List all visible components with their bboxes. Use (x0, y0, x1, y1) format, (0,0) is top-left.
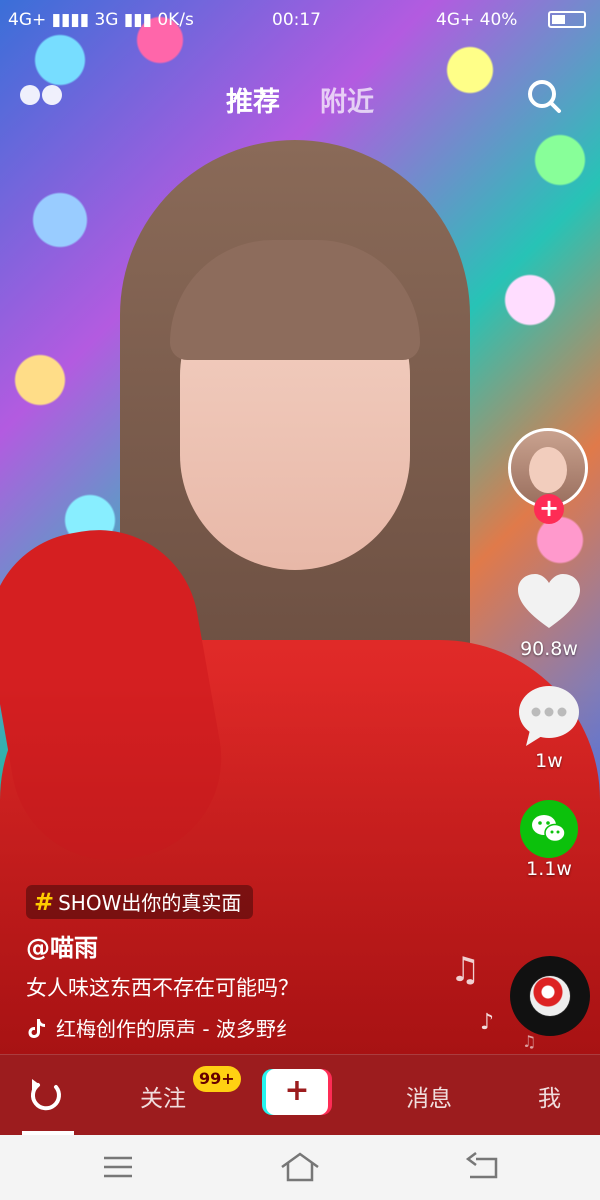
following-badge: 99+ (193, 1066, 241, 1092)
video-description: 女人味这东西不存在可能吗？ (26, 976, 299, 1000)
battery-icon (548, 11, 586, 28)
bottom-tab-bar: 关注 99+ + 消息 我 (0, 1054, 600, 1136)
tab-me[interactable]: 我 (538, 1079, 561, 1113)
hashtag-chip[interactable]: # SHOW出你的真实面 (26, 885, 254, 919)
system-nav-bar (0, 1135, 600, 1200)
menu-icon[interactable] (98, 1149, 138, 1185)
floating-note-icon: ♫ (450, 950, 481, 990)
video-player[interactable] (0, 0, 600, 1135)
plus-icon: + (266, 1069, 328, 1115)
tab-messages[interactable]: 消息 (406, 1079, 452, 1113)
author-name[interactable]: @喵雨 (26, 928, 98, 963)
create-video-button[interactable]: + (262, 1069, 332, 1115)
refresh-icon[interactable] (26, 1075, 66, 1115)
tab-recommend[interactable]: 推荐 (226, 80, 280, 119)
tiktok-note-icon (28, 1019, 45, 1038)
hashtag-icon: # (34, 888, 55, 916)
home-icon[interactable] (280, 1149, 320, 1185)
like-count: 90.8w (520, 638, 578, 660)
status-time: 00:17 (272, 10, 321, 30)
comment-icon[interactable] (516, 684, 582, 748)
tab-following[interactable]: 关注 (140, 1079, 186, 1113)
wechat-share-button[interactable] (520, 800, 578, 858)
heart-icon[interactable] (516, 572, 582, 632)
music-title[interactable]: 红梅创作的原声 - 波多野纟 (26, 1013, 336, 1042)
back-icon[interactable] (462, 1149, 502, 1185)
share-count: 1.1w (526, 858, 572, 880)
status-bar: 4G+ ▮▮▮▮ 3G ▮▮▮ 0K/s 00:17 4G+ 40% (0, 0, 600, 40)
status-network: 4G+ ▮▮▮▮ 3G ▮▮▮ 0K/s (8, 10, 194, 30)
comment-count: 1w (535, 750, 563, 772)
follow-button[interactable]: + (534, 494, 564, 524)
status-battery-text: 4G+ 40% (436, 10, 518, 30)
music-label: 红梅创作的原声 - 波多野纟 (56, 1017, 296, 1041)
search-icon[interactable] (526, 78, 562, 114)
music-disc[interactable] (510, 956, 590, 1036)
hashtag-label: SHOW出你的真实面 (58, 891, 242, 915)
floating-note-icon: ♫ (522, 1032, 537, 1051)
tab-nearby[interactable]: 附近 (320, 80, 374, 119)
floating-note-icon: ♪ (480, 1010, 495, 1035)
wechat-icon (532, 815, 566, 843)
live-dots-icon[interactable] (20, 85, 64, 107)
